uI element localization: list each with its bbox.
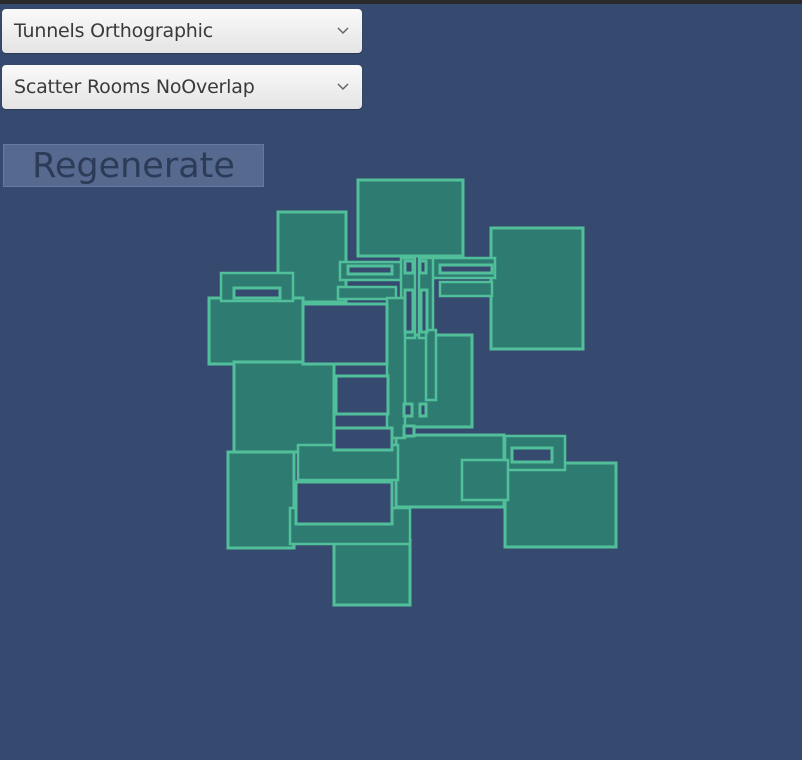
- gap: [418, 402, 428, 418]
- tunnel: [385, 296, 407, 440]
- gap: [334, 374, 390, 416]
- gap: [301, 302, 389, 366]
- gap: [346, 264, 394, 276]
- gap: [332, 426, 394, 452]
- room-left-middle: [232, 360, 336, 454]
- room-left-lower: [226, 450, 296, 550]
- room-right-lower: [503, 461, 618, 549]
- gap: [402, 424, 416, 438]
- gap: [294, 480, 394, 526]
- gap: [403, 259, 415, 275]
- room-top-center: [356, 178, 465, 258]
- gap: [419, 288, 429, 334]
- gap: [510, 446, 554, 464]
- dungeon-map: .r { fill:#2e7c71; stroke:#52bf9b; strok…: [207, 178, 618, 607]
- gap: [402, 402, 414, 418]
- tunnel: [438, 280, 494, 298]
- room-left-upper: [207, 296, 305, 366]
- tunnel: [424, 328, 438, 402]
- gap: [403, 288, 415, 334]
- room-bottom: [332, 538, 412, 607]
- gap: [232, 286, 282, 300]
- room-top-right: [489, 226, 585, 351]
- tunnel: [460, 458, 510, 502]
- gap: [438, 263, 494, 275]
- gap: [418, 259, 428, 275]
